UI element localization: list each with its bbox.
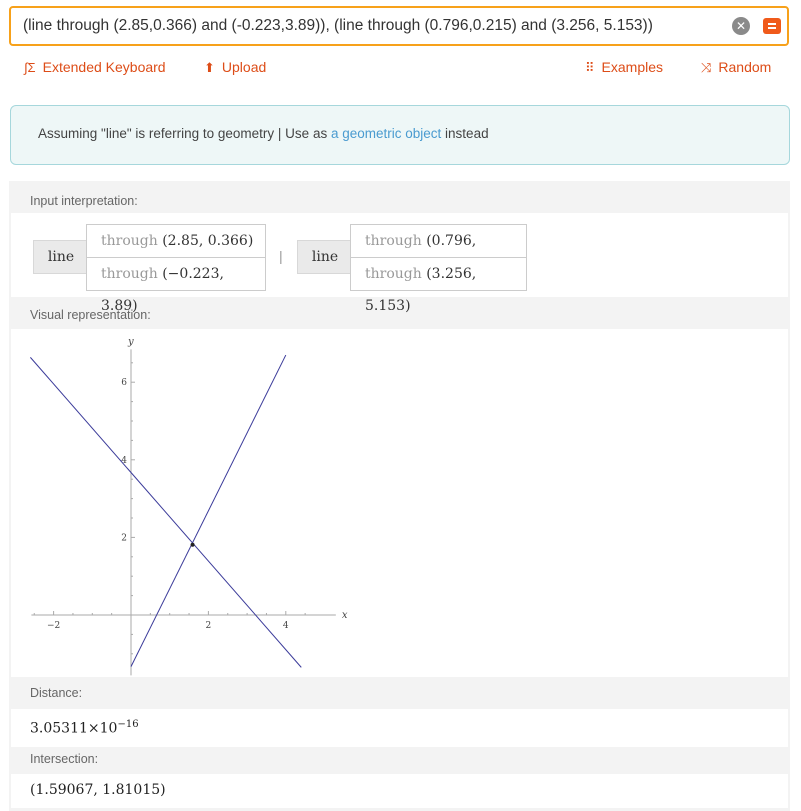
input-interpretation-pod: line through (2.85, 0.366) through (−0.2… [11, 213, 788, 314]
interpretation-separator: | [279, 248, 283, 264]
intersection-heading: Intersection: [30, 752, 99, 766]
close-icon[interactable]: ✕ [732, 17, 750, 35]
line1-head: line [33, 240, 89, 274]
x-tick-label: 4 [283, 621, 289, 631]
upload-button[interactable]: ⬆ Upload [204, 57, 266, 77]
x-tick-label: 2 [206, 621, 212, 631]
intersection-pod: (1.59067, 1.81015) [11, 774, 788, 808]
visual-representation-heading: Visual representation: [30, 308, 151, 322]
intersection-value: (1.59067, 1.81015) [30, 782, 166, 798]
random-button[interactable]: ⤨ Random [701, 57, 771, 77]
extended-keyboard-label: Extended Keyboard [42, 59, 166, 75]
extended-keyboard-button[interactable]: ∫Σ Extended Keyboard [24, 57, 166, 77]
x-axis-label: x [342, 610, 348, 621]
distance-heading: Distance: [30, 686, 83, 700]
line-plot: −2 2 4246xy [30, 336, 348, 676]
visual-representation-pod: −2 2 4 2 4 6 x y [11, 329, 788, 677]
equals-icon[interactable] [763, 18, 781, 34]
keyboard-icon: ∫Σ [24, 60, 36, 75]
upload-label: Upload [221, 59, 267, 75]
search-input[interactable]: (line through (2.85,0.366) and (-0.223,3… [23, 8, 653, 44]
y-axis-label: y [127, 336, 134, 347]
series-line-2 [130, 354, 287, 667]
assumption-text: Assuming "line" is referring to geometry… [38, 126, 328, 141]
random-label: Random [718, 59, 772, 75]
y-tick-label: 6 [121, 378, 127, 388]
x-tick-label: −2 [47, 621, 60, 631]
examples-label: Examples [601, 59, 663, 75]
assumption-suffix: instead [445, 126, 489, 141]
grid-icon: ⠿ [585, 60, 595, 75]
search-bar: (line through (2.85,0.366) and (-0.223,3… [9, 6, 789, 46]
input-interpretation-heading: Input interpretation: [30, 194, 138, 208]
upload-icon: ⬆ [204, 60, 215, 75]
assumption-box: Assuming "line" is referring to geometry… [10, 105, 790, 165]
line2-head: line [297, 240, 353, 274]
shuffle-icon: ⤨ [701, 60, 712, 75]
line1-through1: through (2.85, 0.366) [86, 224, 266, 258]
line2-through1: through (0.796, 0.215) [350, 224, 527, 281]
results-panel: Input interpretation: line through (2.85… [9, 181, 790, 811]
line1-through2: through (−0.223, 3.89) [86, 257, 266, 314]
intersection-point [190, 542, 195, 547]
y-tick-label: 2 [121, 533, 127, 543]
series-line-1 [30, 357, 302, 668]
examples-button[interactable]: ⠿ Examples [585, 57, 663, 77]
distance-value: 3.05311×10−16 [30, 719, 139, 737]
assumption-link[interactable]: a geometric object [331, 126, 441, 141]
line2-through2: through (3.256, 5.153) [350, 257, 527, 314]
distance-pod: 3.05311×10−16 [11, 709, 788, 747]
